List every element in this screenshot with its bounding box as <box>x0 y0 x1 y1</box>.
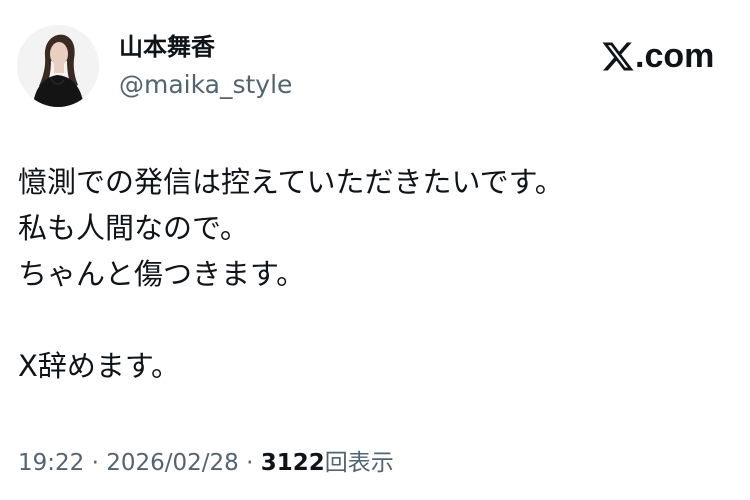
x-logo-icon <box>602 42 634 70</box>
tweet-date[interactable]: 2026/02/28 <box>106 450 239 476</box>
tweet-line: 私も人間なので。 <box>18 211 249 245</box>
author-handle[interactable]: @maika_style <box>119 70 292 100</box>
tweet-card: 山本舞香 @maika_style .com 憶測での発信は控えていただきたいで… <box>0 0 750 500</box>
brand-label: .com <box>635 37 715 75</box>
views-count: 3122 <box>260 450 325 476</box>
tweet-time[interactable]: 19:22 <box>18 450 84 476</box>
author-display-name[interactable]: 山本舞香 <box>119 32 215 62</box>
tweet-line: X辞めます。 <box>18 349 180 383</box>
views-label: 回表示 <box>324 450 394 476</box>
tweet-line: 憶測での発信は控えていただきたいです。 <box>18 165 564 199</box>
avatar-image <box>17 25 99 107</box>
tweet-line: ちゃんと傷つきます。 <box>18 257 306 291</box>
meta-separator: · <box>91 450 99 476</box>
x-brand: .com <box>602 38 714 74</box>
tweet-meta: 19:22 · 2026/02/28 · 3122回表示 <box>18 447 394 479</box>
tweet-text: 憶測での発信は控えていただきたいです。 私も人間なので。 ちゃんと傷つきます。 … <box>18 159 728 389</box>
meta-separator: · <box>246 450 254 476</box>
profile-avatar[interactable] <box>17 25 99 107</box>
